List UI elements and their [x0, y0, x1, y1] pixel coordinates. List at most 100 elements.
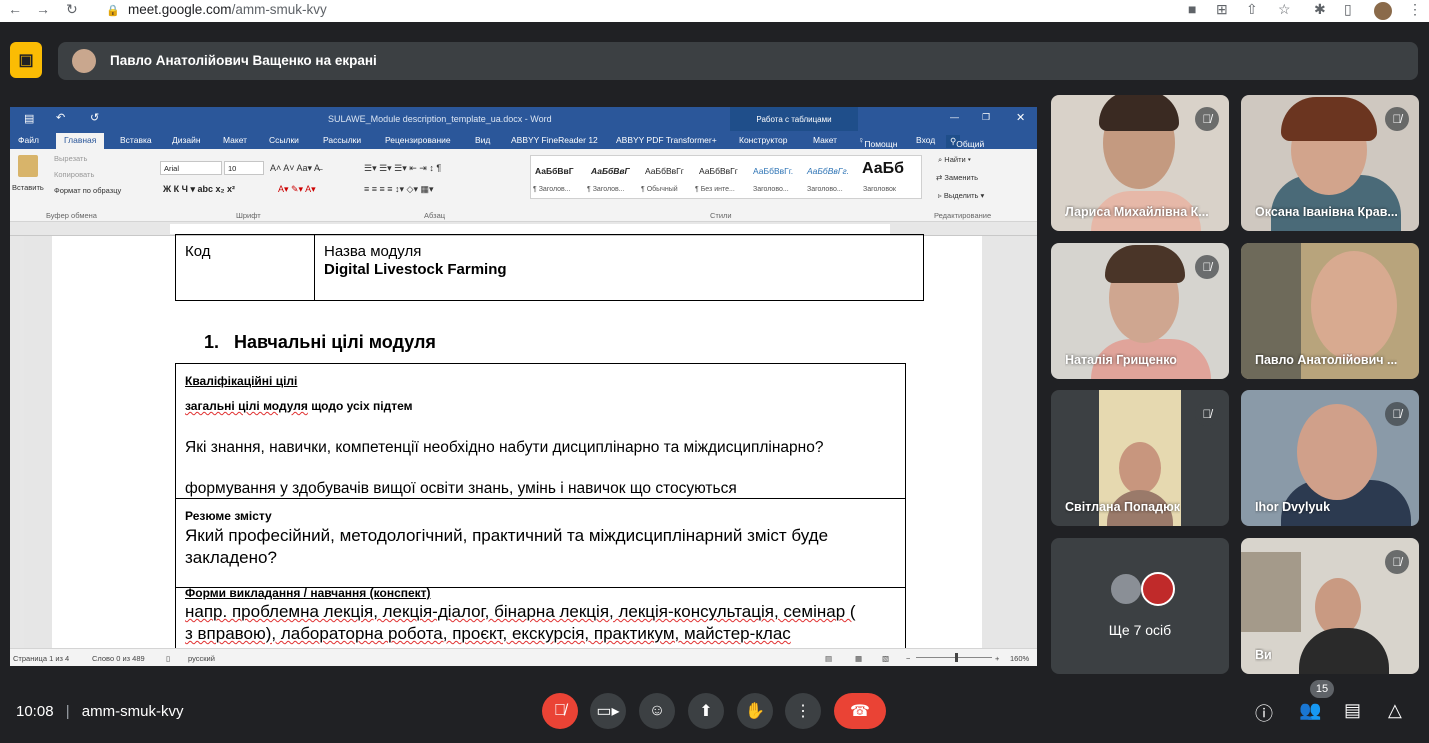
forms-line-2: з вправою), лабораторна робота, проєкт, … — [185, 624, 791, 643]
mic-off-icon: 🎙̸ — [1385, 402, 1409, 426]
cut-button[interactable]: Вырезать — [54, 154, 87, 163]
font-color-icons[interactable]: A▾ ✎▾ A▾ — [278, 184, 316, 195]
camera-icon[interactable]: ■ — [1188, 1, 1196, 17]
chat-icon[interactable]: ▤ — [1344, 700, 1361, 721]
tab-table-layout[interactable]: Макет — [813, 135, 837, 145]
style-name-6: Заголово... — [807, 186, 843, 193]
activities-icon[interactable]: △ — [1388, 700, 1402, 721]
vertical-ruler[interactable] — [10, 236, 24, 648]
reload-icon[interactable]: ↻ — [66, 1, 78, 18]
present-button[interactable]: ⬆ — [688, 693, 724, 729]
translate-icon[interactable]: ⊞ — [1216, 1, 1228, 18]
find-button[interactable]: ⌕ Найти ▾ — [938, 155, 971, 165]
tab-review[interactable]: Рецензирование — [385, 135, 451, 145]
paste-icon[interactable] — [18, 155, 38, 177]
participant-tile[interactable]: Павло Анатолійович ... — [1241, 243, 1419, 379]
restore-icon[interactable]: ❐ — [982, 112, 990, 123]
meeting-details-icon[interactable]: ⓘ — [1255, 700, 1273, 726]
document-page[interactable]: Код Назва модуля Digital Livestock Farmi… — [52, 234, 982, 653]
tab-pdf-transformer[interactable]: ABBYY PDF Transformer+ — [616, 135, 717, 145]
style-sample-7[interactable]: АаБб — [862, 160, 904, 178]
web-layout-icon[interactable]: ▧ — [882, 654, 889, 663]
zoom-slider-thumb[interactable] — [955, 653, 958, 662]
tab-constructor[interactable]: Конструктор — [739, 135, 787, 145]
menu-icon[interactable]: ⋮ — [1408, 1, 1422, 18]
page-status[interactable]: Страница 1 из 4 — [13, 654, 69, 663]
raise-hand-button[interactable]: ✋ — [737, 693, 773, 729]
copy-button[interactable]: Копировать — [54, 170, 94, 179]
style-sample-4[interactable]: АаБбВвГг — [699, 166, 738, 176]
zoom-in-icon[interactable]: + — [995, 654, 999, 663]
tab-mailings[interactable]: Рассылки — [323, 135, 361, 145]
extensions-icon[interactable]: ✱ — [1314, 1, 1326, 18]
participant-tile[interactable]: 🎙̸ Оксана Іванівна Крав... — [1241, 95, 1419, 231]
print-layout-icon[interactable]: ▦ — [855, 654, 862, 663]
forward-icon[interactable]: → — [36, 1, 50, 17]
proofing-icon[interactable]: ▯ — [166, 654, 170, 663]
ruler-active-area — [170, 224, 890, 234]
participant-tile[interactable]: 🎙̸ Світлана Попадюк — [1051, 390, 1229, 526]
tab-insert[interactable]: Вставка — [120, 135, 152, 145]
tab-home[interactable]: Главная — [56, 133, 105, 149]
zoom-slider[interactable] — [916, 657, 992, 658]
participant-tile[interactable]: 🎙̸ Наталія Грищенко — [1051, 243, 1229, 379]
profile-avatar[interactable] — [1374, 2, 1392, 20]
participant-face — [1311, 251, 1397, 361]
save-icon[interactable]: ▤ — [24, 112, 34, 125]
styles-group-label: Стили — [710, 211, 732, 220]
sidepanel-icon[interactable]: ▯ — [1344, 1, 1352, 18]
word-count-status[interactable]: Слово 0 из 489 — [92, 654, 145, 663]
styles-gallery[interactable]: АаБбВвГ АаБбВвГ АаБбВвГг АаБбВвГг АаБбВв… — [530, 155, 922, 199]
style-sample-3[interactable]: АаБбВвГг — [645, 166, 684, 176]
share-button[interactable]: ⚲ Общий доступ — [946, 135, 984, 159]
camera-toggle-button[interactable]: ▭▸ — [590, 693, 626, 729]
redo-icon[interactable]: ↺ — [90, 111, 99, 124]
style-sample-6[interactable]: АаБбВвГг. — [807, 166, 849, 176]
tab-help[interactable]: ♀ Помощн — [858, 135, 897, 149]
font-format-icons[interactable]: Ж К Ч ▾ abc x₂ x² — [163, 184, 235, 195]
participant-tile[interactable]: 🎙̸ Лариса Михайлівна К... — [1051, 95, 1229, 231]
background-window — [1241, 552, 1301, 632]
mic-off-icon: 🎙̸ — [1195, 255, 1219, 279]
share-icon[interactable]: ⇧ — [1246, 1, 1258, 18]
language-status[interactable]: русский — [188, 654, 215, 663]
stop-presenting-icon[interactable]: ▣ — [10, 42, 42, 78]
select-button[interactable]: ▹ Выделить ▾ — [938, 191, 984, 200]
undo-icon[interactable]: ↶ — [56, 111, 65, 124]
more-options-button[interactable]: ⋮ — [785, 693, 821, 729]
tab-references[interactable]: Ссылки — [269, 135, 299, 145]
tab-layout[interactable]: Макет — [223, 135, 247, 145]
zoom-out-icon[interactable]: − — [906, 654, 910, 663]
back-icon[interactable]: ← — [8, 1, 22, 17]
star-icon[interactable]: ☆ — [1278, 1, 1291, 18]
tab-finereader[interactable]: ABBYY FineReader 12 — [511, 135, 598, 145]
mic-toggle-button[interactable]: 🎙̸ — [542, 693, 578, 729]
close-icon[interactable]: ✕ — [1016, 111, 1025, 124]
font-name-select[interactable]: Arial — [160, 161, 222, 175]
list-icons[interactable]: ☰▾ ☰▾ ☰▾ ⇤ ⇥ ↕ ¶ — [364, 163, 441, 174]
style-sample-1[interactable]: АаБбВвГ — [535, 166, 574, 176]
participant-tile[interactable]: 🎙̸ Ihor Dvylyuk — [1241, 390, 1419, 526]
others-tile[interactable]: Ще 7 осіб — [1051, 538, 1229, 674]
tab-view[interactable]: Вид — [475, 135, 490, 145]
zoom-level[interactable]: 160% — [1010, 654, 1029, 663]
paste-label[interactable]: Вставить — [12, 183, 44, 192]
font-size-select[interactable]: 10 — [224, 161, 264, 175]
format-painter-button[interactable]: Формат по образцу — [54, 186, 121, 195]
people-icon[interactable]: 👥 — [1299, 700, 1321, 721]
style-sample-5[interactable]: АаБбВвГг. — [753, 166, 793, 176]
leave-call-button[interactable]: ☎ — [834, 693, 886, 729]
reactions-button[interactable]: ☺ — [639, 693, 675, 729]
address-bar[interactable]: meet.google.com/amm-smuk-kvy — [128, 2, 327, 17]
read-mode-icon[interactable]: ▤ — [825, 654, 832, 663]
minimize-icon[interactable]: — — [950, 112, 959, 122]
align-icons[interactable]: ≡ ≡ ≡ ≡ ↕▾ ◇▾ ▦▾ — [364, 184, 434, 195]
document-area[interactable]: Код Назва модуля Digital Livestock Farmi… — [24, 234, 1037, 653]
font-grow-icon[interactable]: A˄ A˅ Aa▾ A̶ — [270, 163, 320, 174]
tab-design[interactable]: Дизайн — [172, 135, 201, 145]
style-sample-2[interactable]: АаБбВвГ — [591, 166, 630, 176]
tab-file[interactable]: Файл — [18, 135, 39, 145]
signin-link[interactable]: Вход — [916, 135, 935, 145]
self-tile[interactable]: 🎙̸ Ви — [1241, 538, 1419, 674]
replace-button[interactable]: ⇄ Заменить — [936, 173, 978, 182]
